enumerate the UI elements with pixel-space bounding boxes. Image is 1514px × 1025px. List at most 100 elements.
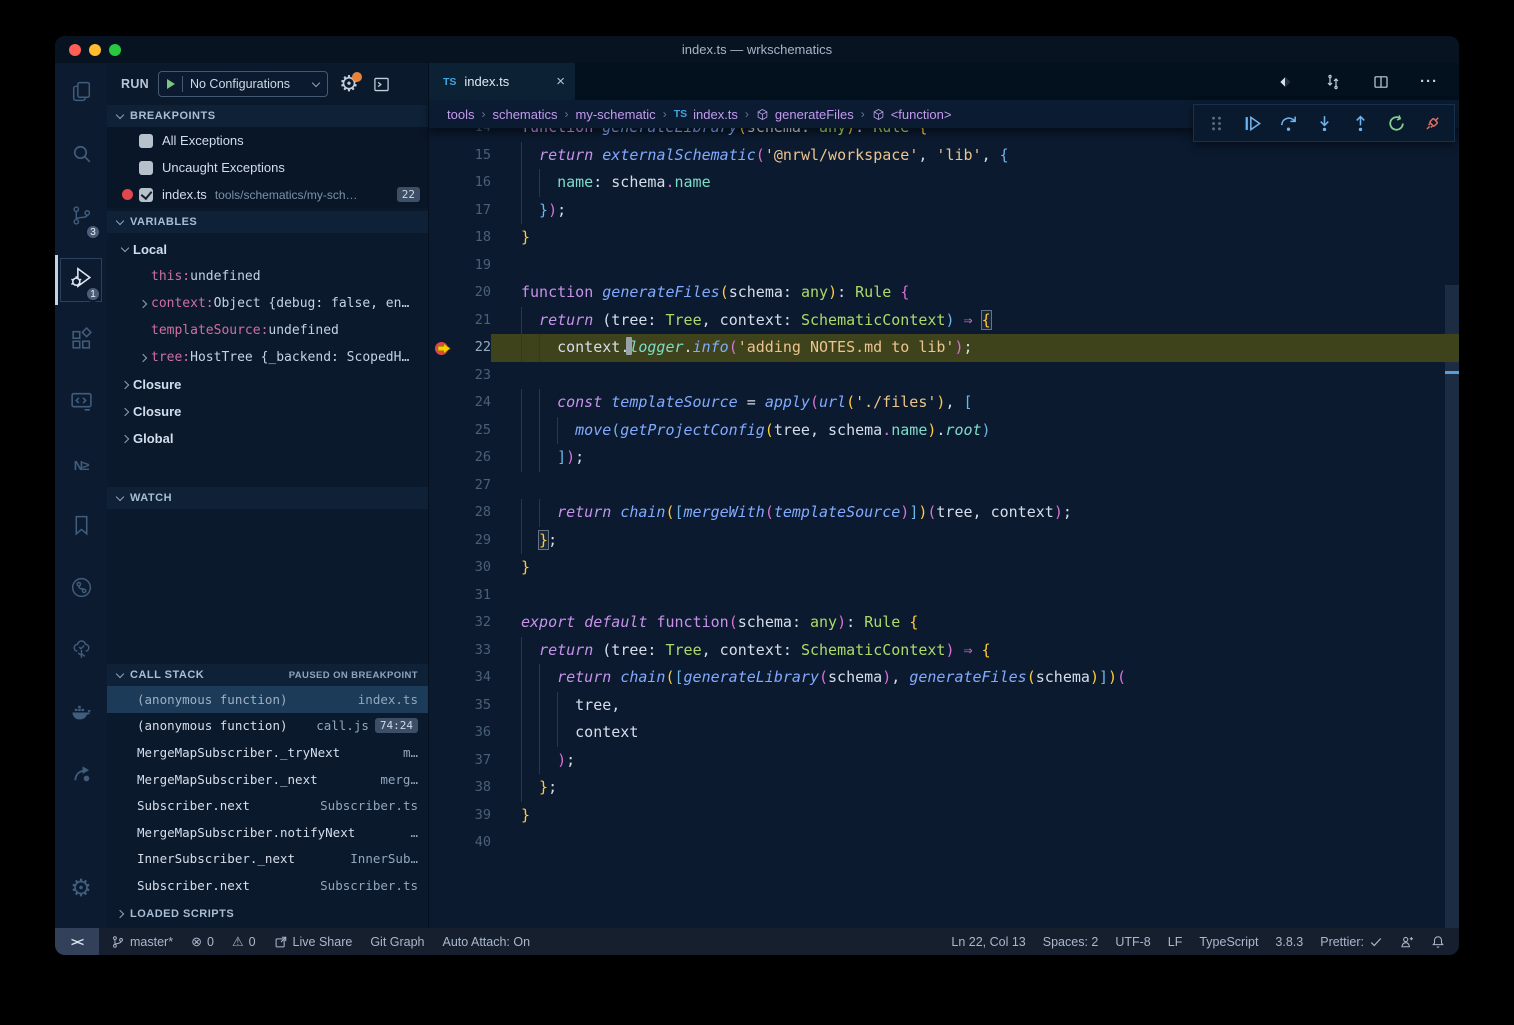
call-stack-frame[interactable]: Subscriber.nextSubscriber.ts	[107, 872, 428, 899]
activity-bar-item-settings-gear[interactable]: ⚙	[55, 858, 107, 920]
code-line-26[interactable]: 26]);	[429, 444, 1459, 472]
breakpoint-row[interactable]: All Exceptions	[107, 127, 428, 154]
close-tab-icon[interactable]: ×	[556, 73, 565, 90]
code-line-37[interactable]: 37);	[429, 747, 1459, 775]
live-share[interactable]: Live Share	[274, 935, 353, 949]
breakpoint-checkbox[interactable]	[139, 188, 153, 202]
gutter[interactable]: 40	[429, 829, 521, 857]
gutter[interactable]: 17	[429, 197, 521, 225]
breakpoint-row[interactable]: index.tstools/schematics/my-sch…22	[107, 181, 428, 208]
section-header-call-stack[interactable]: CALL STACK PAUSED ON BREAKPOINT	[107, 664, 428, 686]
git-branch-status[interactable]: master*	[111, 935, 173, 949]
restart-icon[interactable]	[1380, 108, 1412, 138]
code-line-15[interactable]: 15return externalSchematic('@nrwl/worksp…	[429, 142, 1459, 170]
disconnect-icon[interactable]	[1416, 108, 1448, 138]
gutter[interactable]: 28	[429, 499, 521, 527]
activity-bar-item-nx-console[interactable]: N≥	[55, 435, 107, 497]
feedback[interactable]	[1400, 935, 1414, 949]
call-stack-frame[interactable]: MergeMapSubscriber._nextmerg…	[107, 766, 428, 793]
gutter[interactable]: 36	[429, 719, 521, 747]
more-actions-icon[interactable]: ···	[1417, 70, 1441, 94]
warning-count[interactable]: ⚠0	[232, 934, 256, 950]
code-line-35[interactable]: 35tree,	[429, 692, 1459, 720]
activity-bar-item-remote-explorer[interactable]	[55, 373, 107, 435]
zoom-window-button[interactable]	[109, 44, 121, 56]
gutter[interactable]: 37	[429, 747, 521, 775]
gutter[interactable]: 24	[429, 389, 521, 417]
gutter[interactable]: 14	[429, 128, 521, 142]
gutter[interactable]: 25	[429, 417, 521, 445]
call-stack-frame[interactable]: MergeMapSubscriber._tryNextm…	[107, 739, 428, 766]
breadcrumb-item[interactable]: tools	[447, 107, 474, 122]
editor-scrollbar[interactable]	[1445, 128, 1459, 928]
gutter[interactable]: 21	[429, 307, 521, 335]
code-line-20[interactable]: 20function generateFiles(schema: any): R…	[429, 279, 1459, 307]
activity-bar-item-search[interactable]	[55, 125, 107, 187]
cursor-position[interactable]: Ln 22, Col 13	[951, 935, 1025, 949]
section-header-loaded-scripts[interactable]: LOADED SCRIPTS	[107, 903, 428, 925]
git-graph[interactable]: Git Graph	[370, 935, 424, 949]
tab-index-ts[interactable]: TS index.ts ×	[429, 63, 575, 100]
code-line-24[interactable]: 24const templateSource = apply(url('./fi…	[429, 389, 1459, 417]
breadcrumb-item[interactable]: generateFiles	[756, 107, 854, 122]
gutter[interactable]: 31	[429, 582, 521, 610]
gutter[interactable]: 18	[429, 224, 521, 252]
gutter[interactable]: 29	[429, 527, 521, 555]
activity-bar-item-bookmarks[interactable]	[55, 497, 107, 559]
breakpoint-checkbox[interactable]	[139, 134, 153, 148]
debug-console-icon[interactable]	[370, 72, 394, 96]
variable-row[interactable]: tree: HostTree {_backend: ScopedH…	[107, 344, 428, 371]
code-line-23[interactable]: 23	[429, 362, 1459, 390]
continue-icon[interactable]	[1236, 108, 1268, 138]
code-line-38[interactable]: 38};	[429, 774, 1459, 802]
activity-bar-item-run-debug[interactable]: 1	[55, 249, 107, 311]
code-line-17[interactable]: 17});	[429, 197, 1459, 225]
minimize-window-button[interactable]	[89, 44, 101, 56]
gutter[interactable]: 30	[429, 554, 521, 582]
language-mode[interactable]: TypeScript	[1199, 935, 1258, 949]
activity-bar-item-docker[interactable]	[55, 683, 107, 745]
gutter[interactable]: 39	[429, 802, 521, 830]
activity-bar-item-files[interactable]	[55, 63, 107, 125]
section-header-breakpoints[interactable]: BREAKPOINTS	[107, 105, 428, 127]
ts-version[interactable]: 3.8.3	[1275, 935, 1303, 949]
gutter[interactable]: 23	[429, 362, 521, 390]
activity-bar-item-source-control[interactable]: 3	[55, 187, 107, 249]
code-line-21[interactable]: 21return (tree: Tree, context: Schematic…	[429, 307, 1459, 335]
variable-row[interactable]: templateSource: undefined	[107, 317, 428, 344]
auto-attach[interactable]: Auto Attach: On	[443, 935, 531, 949]
gutter[interactable]: 34	[429, 664, 521, 692]
gutter[interactable]: 16	[429, 169, 521, 197]
code-line-29[interactable]: 29};	[429, 527, 1459, 555]
call-stack-frame[interactable]: (anonymous function)call.js74:24	[107, 713, 428, 740]
open-changes-icon[interactable]	[1273, 70, 1297, 94]
eol[interactable]: LF	[1168, 935, 1183, 949]
gutter[interactable]: 20	[429, 279, 521, 307]
configure-gear-icon[interactable]: ⚙	[337, 72, 361, 96]
code-line-33[interactable]: 33return (tree: Tree, context: Schematic…	[429, 637, 1459, 665]
variable-row[interactable]: Closure	[107, 398, 428, 425]
close-window-button[interactable]	[69, 44, 81, 56]
error-count[interactable]: ⊗0	[191, 934, 214, 950]
call-stack-frame[interactable]: (anonymous function)index.ts	[107, 686, 428, 713]
variable-row[interactable]: Closure	[107, 371, 428, 398]
code-line-28[interactable]: 28return chain([mergeWith(templateSource…	[429, 499, 1459, 527]
gutter[interactable]: 27	[429, 472, 521, 500]
remote-indicator[interactable]: ><	[55, 928, 99, 955]
split-editor-icon[interactable]	[1369, 70, 1393, 94]
call-stack-frame[interactable]: MergeMapSubscriber.notifyNext…	[107, 819, 428, 846]
variable-row[interactable]: Local	[107, 236, 428, 263]
variable-row[interactable]: context: Object {debug: false, en…	[107, 290, 428, 317]
code-line-40[interactable]: 40	[429, 829, 1459, 857]
breadcrumb-item[interactable]: schematics	[492, 107, 557, 122]
gutter[interactable]: 38	[429, 774, 521, 802]
scrollbar-slider[interactable]	[1445, 285, 1459, 928]
section-header-watch[interactable]: WATCH	[107, 487, 428, 509]
breakpoint-row[interactable]: Uncaught Exceptions	[107, 154, 428, 181]
code-line-19[interactable]: 19	[429, 252, 1459, 280]
breadcrumb-item[interactable]: <function>	[872, 107, 952, 122]
notifications[interactable]	[1431, 935, 1445, 949]
code-line-34[interactable]: 34return chain([generateLibrary(schema),…	[429, 664, 1459, 692]
prettier-status[interactable]: Prettier:	[1320, 935, 1383, 949]
gutter[interactable]: 19	[429, 252, 521, 280]
